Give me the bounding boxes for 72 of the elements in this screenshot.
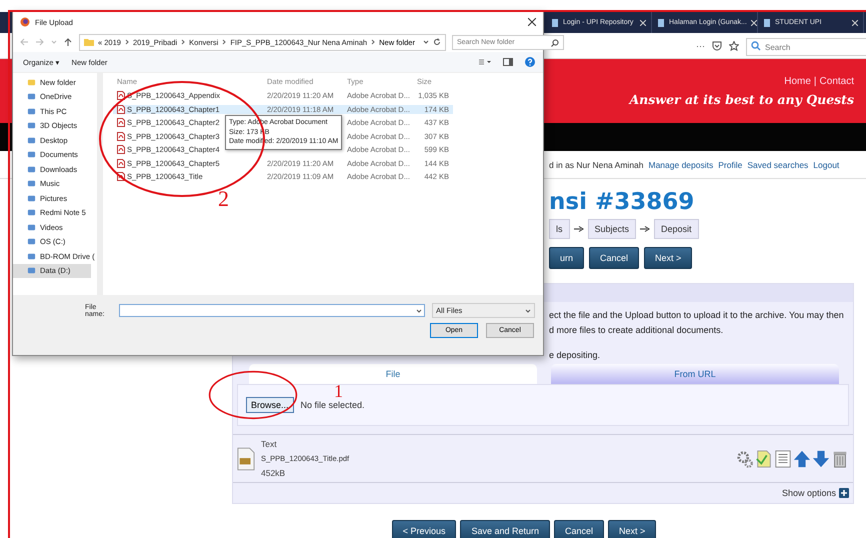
user-link[interactable]: Saved searches xyxy=(747,160,808,170)
instruction-text: ect the file and the Upload button to upload it to the archive. You may then xyxy=(549,309,845,322)
header-link[interactable]: Contact xyxy=(820,76,854,86)
arrow-icon xyxy=(640,226,650,232)
upload-tab[interactable]: From URL xyxy=(551,364,839,384)
login-status: d in as Nur Nena Aminah xyxy=(549,160,644,170)
caret-icon[interactable] xyxy=(422,39,429,45)
workflow-step[interactable]: Deposit xyxy=(654,219,699,239)
form-button[interactable]: urn xyxy=(549,247,584,269)
workflow-step[interactable]: ls xyxy=(549,219,570,239)
gears-icon[interactable] xyxy=(736,448,754,468)
form-button[interactable]: Save and Return xyxy=(460,520,550,538)
annotation-number: 1 xyxy=(334,384,343,398)
chevron-icon xyxy=(181,39,186,45)
upload-tab[interactable]: File xyxy=(249,364,537,384)
close-icon[interactable] xyxy=(528,18,536,26)
pdf-icon xyxy=(117,145,125,154)
arrow-icon xyxy=(574,226,584,232)
file-size: 452kB xyxy=(261,467,286,480)
plus-icon[interactable] xyxy=(839,488,849,498)
search-icon xyxy=(550,38,559,46)
pdf-icon xyxy=(117,104,125,114)
instruction-text: e depositing. xyxy=(549,349,602,362)
up-arrow-icon[interactable] xyxy=(793,448,811,468)
annotation-number: 2 xyxy=(218,188,229,210)
pdf-icon xyxy=(117,132,125,141)
text-document-icon[interactable] xyxy=(774,448,792,468)
chevron-icon xyxy=(222,39,226,45)
document-icon[interactable] xyxy=(755,448,773,468)
caret-icon xyxy=(525,308,531,314)
document-type: Text xyxy=(261,438,278,451)
user-link[interactable]: Manage deposits xyxy=(648,160,714,170)
file-name-field[interactable] xyxy=(119,304,426,317)
up-arrow-icon[interactable] xyxy=(63,37,73,47)
form-button[interactable]: < Previous xyxy=(392,520,456,538)
page-icon xyxy=(657,18,665,26)
down-arrow-icon[interactable] xyxy=(812,448,830,468)
pocket-icon[interactable] xyxy=(712,40,722,50)
user-link[interactable]: Profile xyxy=(718,160,742,170)
page-icon xyxy=(763,18,771,26)
search-field[interactable]: Search xyxy=(746,38,866,56)
form-button[interactable]: Next > xyxy=(608,520,656,538)
view-options-icon[interactable] xyxy=(479,58,491,66)
folder-icon xyxy=(84,37,94,47)
user-link[interactable]: Logout xyxy=(813,160,840,170)
show-options-link[interactable]: Show options xyxy=(782,488,836,498)
header-link[interactable]: Home xyxy=(784,76,811,86)
chevron-icon xyxy=(371,39,376,45)
browser-logo-icon xyxy=(20,17,30,27)
pdf-icon xyxy=(117,158,125,168)
search-icon xyxy=(751,40,761,50)
link-separator: | xyxy=(814,76,817,86)
page-icon xyxy=(551,18,559,26)
pdf-icon xyxy=(117,91,125,100)
instruction-text: d more files to create additional documents. xyxy=(549,324,724,337)
chevron-icon xyxy=(124,39,129,45)
star-icon[interactable] xyxy=(729,40,739,50)
file-status: No file selected. xyxy=(300,400,365,410)
browse-button[interactable]: Browse... xyxy=(246,397,294,413)
form-button[interactable]: Cancel xyxy=(589,247,640,269)
refresh-icon[interactable] xyxy=(432,38,441,46)
caret-icon xyxy=(416,308,422,314)
document-icon xyxy=(237,446,255,470)
page-title: nsi #33869 xyxy=(549,189,696,215)
form-button[interactable]: Cancel xyxy=(554,520,604,538)
help-icon[interactable] xyxy=(525,57,535,67)
tagline: Answer at its best to any Quests xyxy=(629,92,854,106)
preview-pane-icon[interactable] xyxy=(503,57,513,67)
pdf-icon xyxy=(117,118,125,128)
workflow-step[interactable]: Subjects xyxy=(588,219,636,239)
form-button[interactable]: Next > xyxy=(644,247,692,269)
menu-button[interactable]: ··· xyxy=(696,40,705,50)
